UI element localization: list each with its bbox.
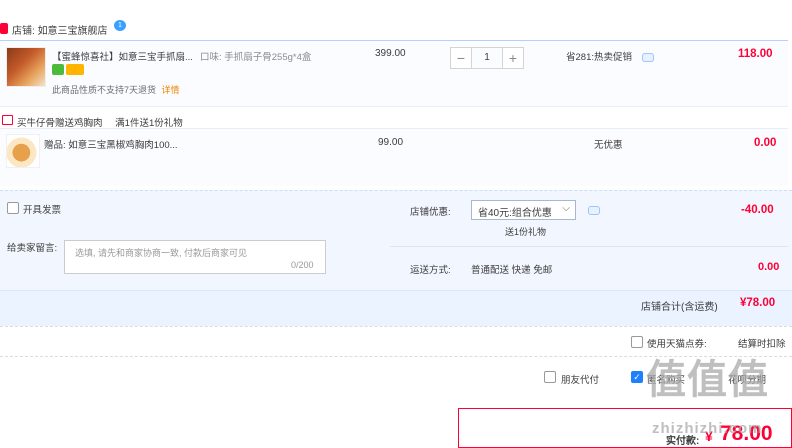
item-subtotal: 118.00 (738, 48, 773, 60)
shop-header[interactable]: 店铺: 如意三宝旗舰店 (12, 22, 108, 37)
divider (390, 246, 788, 247)
shop-discount-selected: 省40元:组合优惠 (478, 208, 552, 219)
shop-total-amount: ¥78.00 (740, 297, 776, 309)
quantity-input[interactable]: 1 (472, 47, 502, 69)
gift-discount: 无优惠 (594, 140, 623, 151)
discount-gift-note: 送1份礼物 (505, 227, 547, 237)
watermark-logo: 值值值 (646, 358, 769, 402)
gift-title[interactable]: 赠品: 如意三宝黑椒鸡胸肉100... (44, 137, 178, 151)
shipping-label: 运送方式: (410, 265, 451, 276)
promo-info-icon[interactable] (642, 53, 654, 62)
item-promo: 省281:热卖促销 (566, 52, 632, 63)
invoice-label[interactable]: 开具发票 (23, 202, 61, 216)
gift-icon (2, 115, 13, 125)
shipping-method: 普通配送 快递 免邮 (471, 265, 553, 276)
friend-pay-label[interactable]: 朋友代付 (561, 372, 599, 386)
service-badge-icon (52, 64, 64, 75)
quantity-minus-button[interactable]: − (450, 47, 472, 69)
return-policy-note: 此商品性质不支持7天退货 详情 (52, 83, 180, 96)
settle-note: 结算时扣除 (738, 339, 786, 350)
return-policy-text: 此商品性质不支持7天退货 (52, 85, 157, 95)
message-placeholder: 选填, 请先和商家协商一致, 付款后商家可见 (75, 248, 248, 258)
shipping-amount: 0.00 (758, 261, 780, 273)
item-thumbnail[interactable] (6, 47, 46, 87)
gift-price: 99.00 (378, 137, 404, 148)
shop-total-label: 店铺合计(含运费) (641, 302, 718, 313)
shop-discount-amount: -40.00 (741, 204, 774, 216)
discount-info-icon[interactable] (588, 206, 600, 215)
shop-icon (0, 23, 8, 34)
shop-label: 店铺: (12, 26, 35, 37)
item-spec: 口味: 手抓扇子骨255g*4盒 (200, 52, 312, 63)
item-title[interactable]: 【蜜蜂惊喜社】如意三宝手抓扇... (52, 49, 193, 63)
tmall-points-label[interactable]: 使用天猫点券: (647, 336, 707, 350)
quantity-stepper[interactable]: − 1 + (450, 47, 524, 69)
shop-discount-select[interactable]: 省40元:组合优惠 ⌵ (471, 200, 576, 220)
seller-message-input[interactable]: 选填, 请先和商家协商一致, 付款后商家可见 (64, 240, 326, 274)
gift-thumbnail[interactable] (6, 134, 40, 168)
watermark-url: zhizhizhi.com (652, 420, 763, 437)
anonymous-checkbox[interactable]: ✓ (631, 371, 643, 383)
card-badge-icon (66, 64, 84, 75)
tmall-points-checkbox[interactable] (631, 336, 643, 348)
quantity-plus-button[interactable]: + (502, 47, 524, 69)
message-counter: 0/200 (291, 260, 314, 270)
chevron-down-icon: ⌵ (562, 203, 570, 214)
shop-chat-icon[interactable]: 1 (114, 20, 126, 31)
shop-discount-label: 店铺优惠: (410, 207, 451, 218)
item-unit-price: 399.00 (375, 48, 406, 59)
detail-link[interactable]: 详情 (162, 85, 180, 95)
friend-pay-checkbox[interactable] (544, 371, 556, 383)
gift-promo-header: 买牛仔骨赠送鸡胸肉 满1件送1份礼物 (17, 115, 183, 129)
divider (0, 106, 788, 107)
gift-subtotal: 0.00 (754, 137, 777, 149)
shop-name[interactable]: 如意三宝旗舰店 (38, 26, 108, 37)
invoice-checkbox[interactable] (7, 202, 19, 214)
message-label: 给卖家留言: (7, 243, 58, 254)
